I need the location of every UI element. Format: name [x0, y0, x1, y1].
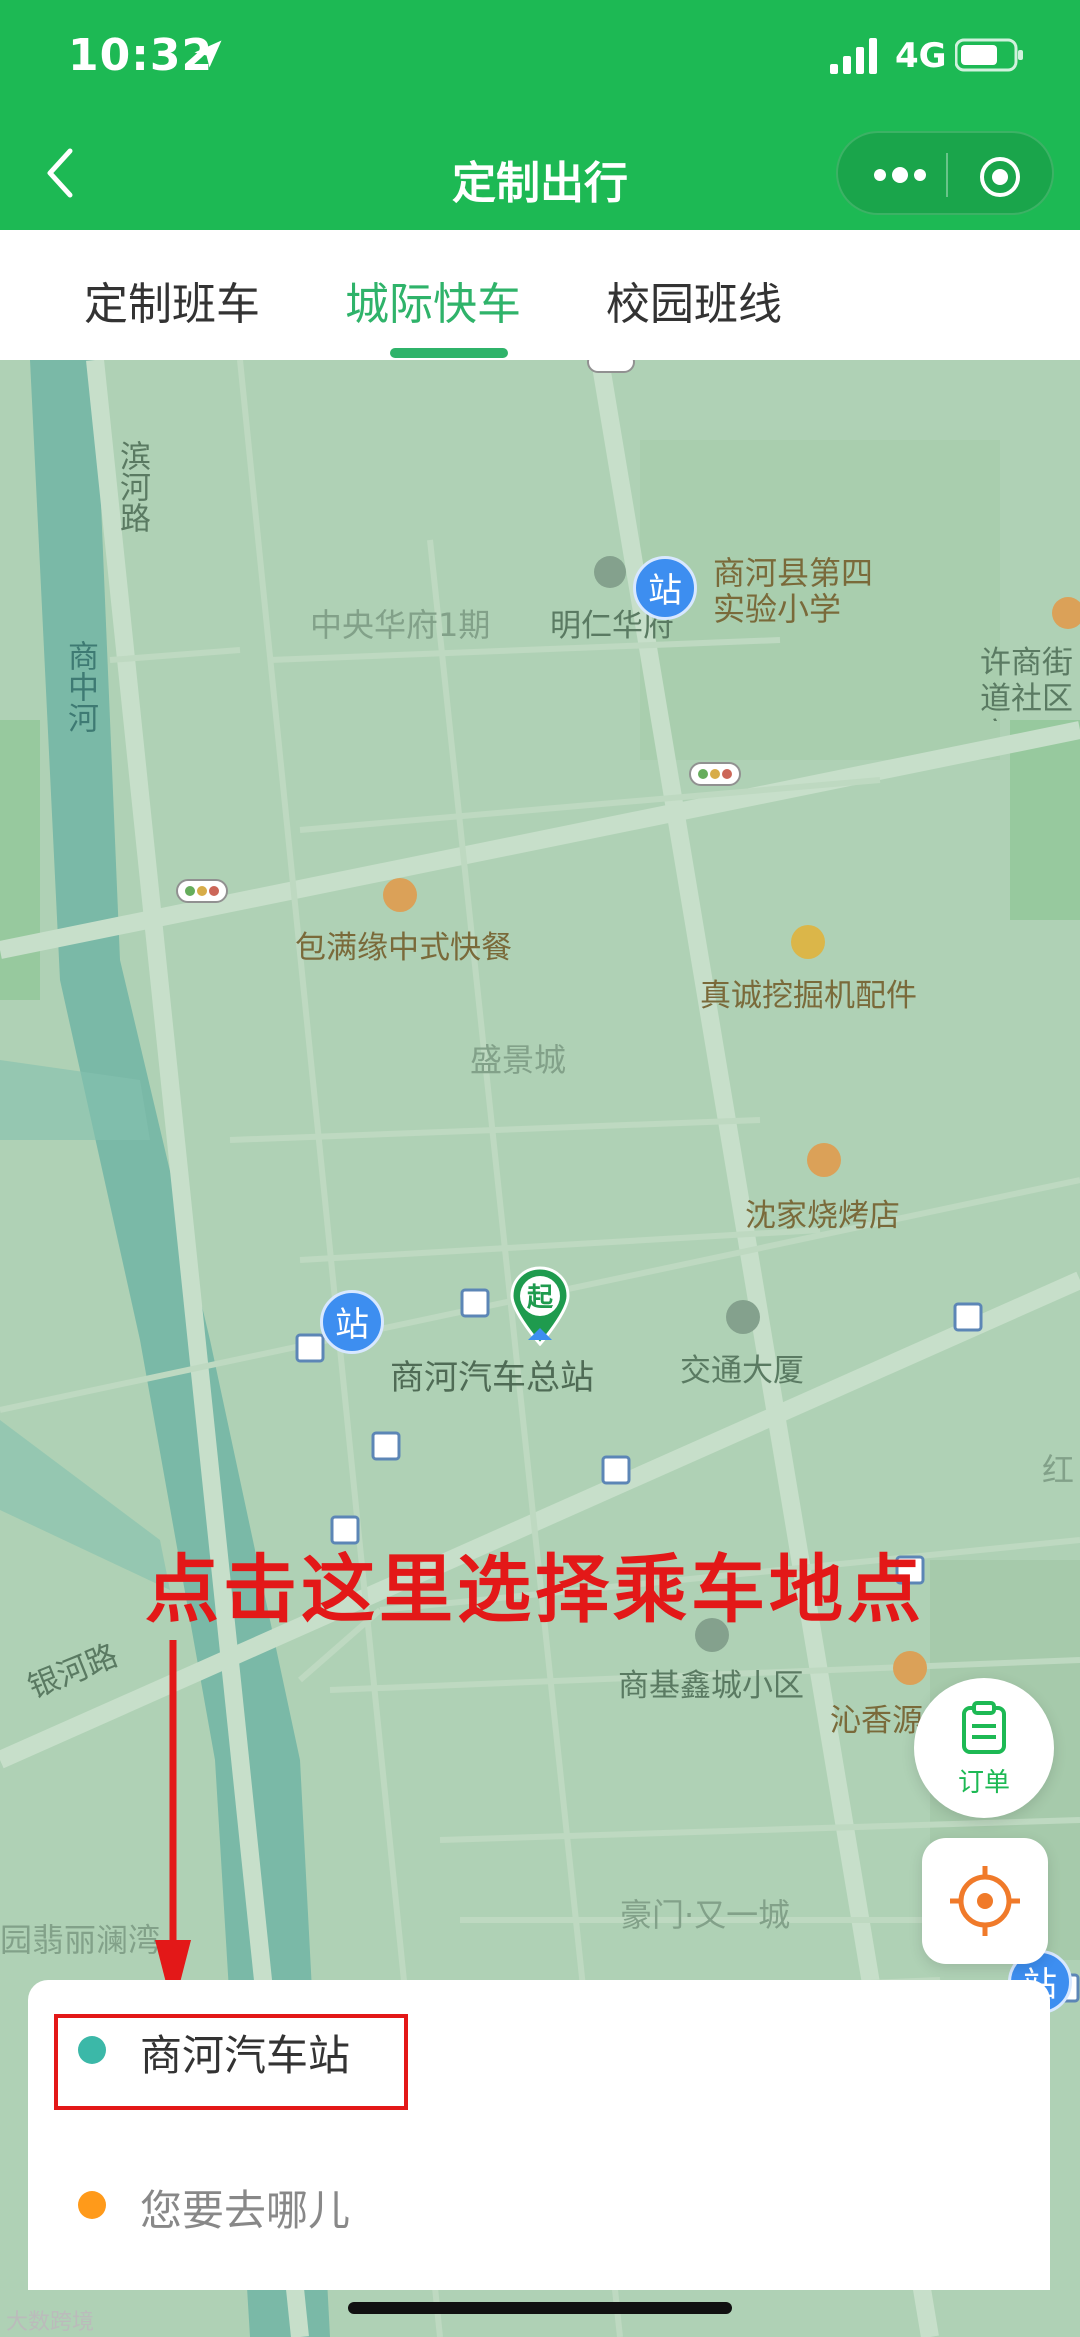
more-icon[interactable] [870, 161, 930, 189]
start-pin-label: 起 [526, 1283, 553, 1313]
close-miniprogram-icon[interactable] [978, 155, 1022, 199]
map-label-poi: 许商街道社区文 [980, 645, 1073, 721]
locate-me-button[interactable] [922, 1838, 1048, 1964]
crosshair-icon [950, 1866, 1020, 1936]
annotation-highlight-box [54, 2014, 408, 2110]
start-location-pin[interactable]: 起 [508, 1266, 572, 1346]
map-label-area: 豪门·又一城 [620, 1896, 791, 1934]
watermark: 大数跨境 [6, 2310, 95, 2335]
map-label-river: 商中河 [62, 640, 98, 733]
active-tab-indicator [390, 348, 508, 358]
map-label-area: 盛景城 [470, 1041, 567, 1079]
map-label-poi: 包满缘中式快餐 [295, 930, 512, 966]
clipboard-icon [962, 1701, 1006, 1754]
annotation-arrow-icon [155, 1640, 191, 2010]
destination-dot-icon [78, 2191, 106, 2219]
orders-button[interactable]: 订单 [914, 1678, 1054, 1818]
orders-label: 订单 [957, 1768, 1010, 1798]
map-label-area: 中央华府1期 [310, 606, 491, 644]
status-bar: 10:32 4G [0, 0, 1080, 115]
map-label-road: 滨河路 [114, 440, 150, 533]
signal-icon [830, 38, 877, 74]
map-label-poi: 交通大厦 [680, 1353, 804, 1389]
map-label-poi: 沁香源 [830, 1703, 923, 1739]
map-label-poi: 商基鑫城小区 [618, 1668, 804, 1704]
map-label-area: 红 [1042, 1451, 1075, 1489]
nav-bar: 定制出行 [0, 115, 1080, 230]
map-label-poi: 真诚挖掘机配件 [700, 978, 917, 1014]
miniprogram-capsule [836, 131, 1054, 215]
network-type: 4G [895, 36, 947, 76]
map-label-poi: 商河县第四实验小学 [713, 554, 874, 628]
map-label-poi: 沈家烧烤店 [745, 1198, 900, 1234]
tab-bar: 定制班车 城际快车 校园班线 [0, 230, 1080, 360]
annotation-text: 点击这里选择乘车地点 [145, 1547, 925, 1633]
capsule-divider [946, 153, 948, 197]
map-label-station: 商河汽车总站 [390, 1358, 594, 1398]
home-indicator[interactable] [348, 2302, 732, 2314]
map-label-area: 园翡丽澜湾 [0, 1921, 161, 1959]
station-marker[interactable]: 站 [633, 556, 697, 620]
tab-custom-bus[interactable]: 定制班车 [84, 268, 260, 332]
battery-icon [955, 38, 1023, 72]
destination-row[interactable]: 您要去哪儿 [28, 2135, 1050, 2265]
destination-placeholder: 您要去哪儿 [140, 2186, 351, 2235]
location-arrow-icon [194, 40, 222, 68]
tab-intercity-express[interactable]: 城际快车 [345, 268, 521, 332]
tab-campus-line[interactable]: 校园班线 [606, 268, 782, 332]
station-marker[interactable]: 站 [320, 1290, 384, 1354]
